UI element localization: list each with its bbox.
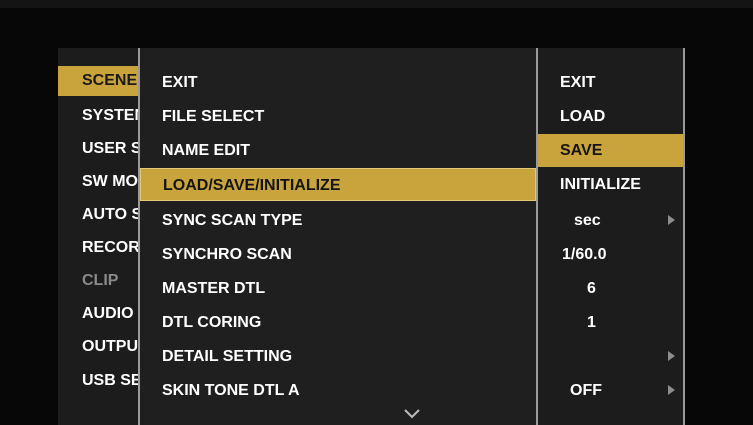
chevron-down-icon[interactable] bbox=[402, 406, 422, 420]
main-menu-item-recording-setting[interactable]: RECORDING SETTING bbox=[58, 233, 138, 263]
value-row-master-dtl: 6 bbox=[538, 272, 683, 305]
value-row-skin-tone-dtl-a: OFF bbox=[538, 374, 683, 407]
right-arrow-icon bbox=[668, 351, 675, 361]
top-band bbox=[0, 0, 753, 8]
sub-menu-item-name-edit[interactable]: NAME EDIT bbox=[140, 134, 536, 167]
sub-menu-item-synchro-scan[interactable]: SYNCHRO SCAN bbox=[140, 238, 536, 271]
sub-menu-item-skin-tone-dtl-a[interactable]: SKIN TONE DTL A bbox=[140, 374, 536, 407]
sub-menu-item-master-dtl[interactable]: MASTER DTL bbox=[140, 272, 536, 305]
sub-menu-item-exit[interactable]: EXIT bbox=[140, 66, 536, 99]
value-row-synchro-scan: 1/60.0 bbox=[538, 238, 683, 271]
sync-scan-type-value: sec bbox=[574, 212, 601, 229]
main-menu-item-user-sw[interactable]: USER SW bbox=[58, 134, 138, 164]
main-menu-item-sw-mode[interactable]: SW MODE bbox=[58, 167, 138, 197]
option-load[interactable]: LOAD bbox=[538, 100, 683, 133]
sub-menu-item-sync-scan-type[interactable]: SYNC SCAN TYPE bbox=[140, 204, 536, 237]
option-exit[interactable]: EXIT bbox=[538, 66, 683, 99]
right-arrow-icon bbox=[668, 385, 675, 395]
value-row-dtl-coring: 1 bbox=[538, 306, 683, 339]
sub-menu-column: EXIT FILE SELECT NAME EDIT LOAD/SAVE/INI… bbox=[138, 48, 538, 425]
right-arrow-icon bbox=[668, 215, 675, 225]
main-menu-item-output-sel[interactable]: OUTPUT SEL bbox=[58, 332, 138, 362]
synchro-scan-value: 1/60.0 bbox=[562, 246, 607, 263]
option-save[interactable]: SAVE bbox=[538, 134, 683, 167]
dtl-coring-value: 1 bbox=[587, 314, 596, 331]
main-menu-item-audio-setting[interactable]: AUDIO SETTING bbox=[58, 299, 138, 329]
main-menu-item-system-setting[interactable]: SYSTEM SETTING bbox=[58, 101, 138, 131]
master-dtl-value: 6 bbox=[587, 280, 596, 297]
sub-menu-item-dtl-coring[interactable]: DTL CORING bbox=[140, 306, 536, 339]
skin-tone-dtl-a-value: OFF bbox=[570, 382, 602, 399]
main-menu-item-clip[interactable]: CLIP bbox=[58, 266, 138, 296]
main-menu-column: SCENE FILE SYSTEM SETTING USER SW SW MOD… bbox=[58, 48, 138, 425]
option-initialize[interactable]: INITIALIZE bbox=[538, 168, 683, 201]
main-menu-item-scene-file[interactable]: SCENE FILE bbox=[58, 66, 138, 96]
sub-menu-item-detail-setting[interactable]: DETAIL SETTING bbox=[140, 340, 536, 373]
camera-menu-screen: SCENE FILE SYSTEM SETTING USER SW SW MOD… bbox=[0, 0, 753, 425]
sub-menu-item-file-select[interactable]: FILE SELECT bbox=[140, 100, 536, 133]
options-column: EXIT LOAD SAVE INITIALIZE sec 1/60.0 6 1… bbox=[538, 48, 685, 425]
main-menu-item-auto-sw[interactable]: AUTO SW bbox=[58, 200, 138, 230]
value-row-sync-scan-type: sec bbox=[538, 204, 683, 237]
value-row-detail-setting bbox=[538, 340, 683, 373]
main-menu-item-usb-setting[interactable]: USB SETTING bbox=[58, 366, 138, 396]
sub-menu-item-load-save-initialize[interactable]: LOAD/SAVE/INITIALIZE bbox=[140, 168, 536, 201]
